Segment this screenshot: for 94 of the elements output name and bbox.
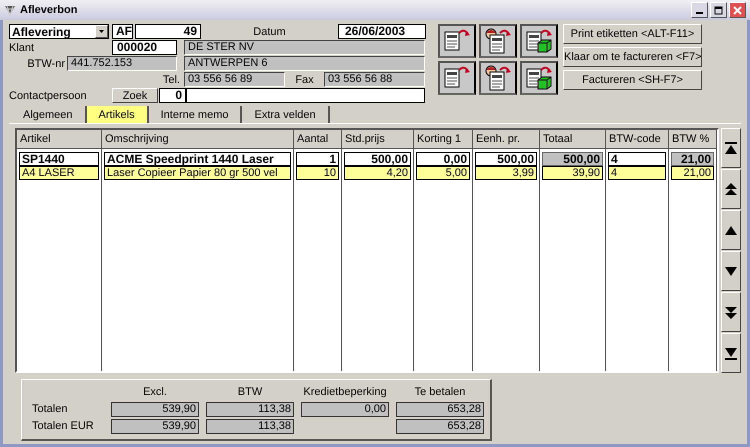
fax-field: 03 556 56 88: [324, 72, 425, 87]
number-field[interactable]: 49: [135, 24, 201, 39]
page-down-icon: [723, 304, 739, 320]
phone-label: Tel.: [162, 74, 181, 86]
document-action-button[interactable]: [438, 61, 476, 95]
document-action-button[interactable]: [479, 61, 517, 95]
table-cell[interactable]: SP1440: [19, 152, 99, 166]
row-label: Totalen: [32, 402, 68, 417]
table-cell[interactable]: 21,00: [671, 166, 714, 180]
document-action-button[interactable]: [438, 24, 476, 58]
table-cell[interactable]: 10: [296, 166, 339, 180]
vat-number-field: 441.752.153: [67, 56, 177, 71]
window-title: Afleverbon: [20, 4, 78, 16]
vat-label: BTW-nr: [26, 58, 66, 70]
column-header[interactable]: Eenh. pr.: [473, 130, 539, 149]
table-cell[interactable]: 500,00: [542, 152, 603, 166]
table-cell[interactable]: 500,00: [344, 152, 411, 166]
column-header[interactable]: Std.prijs: [342, 130, 413, 149]
document-action-button[interactable]: [520, 24, 558, 58]
total-field: 539,90: [111, 402, 199, 417]
column-label: Excl.: [142, 386, 168, 400]
column-header[interactable]: Artikel: [17, 130, 101, 149]
column-header[interactable]: Aantal: [294, 130, 341, 149]
up-arrow-button[interactable]: [721, 210, 741, 250]
date-field[interactable]: 26/06/2003: [338, 24, 426, 39]
table-cell[interactable]: 4,20: [344, 166, 411, 180]
date-label: Datum: [252, 26, 287, 38]
document-action-button[interactable]: [520, 61, 558, 95]
first-row-button[interactable]: [721, 128, 741, 168]
total-field: 113,38: [206, 402, 294, 417]
table-cell[interactable]: Laser Copieer Papier 80 gr 500 vel: [104, 166, 291, 180]
tab[interactable]: Interne memo: [148, 106, 242, 123]
tab[interactable]: Extra velden: [242, 106, 330, 123]
column-header[interactable]: Korting 1: [414, 130, 472, 149]
table-cell[interactable]: 0,00: [416, 152, 470, 166]
minimize-button[interactable]: [691, 2, 708, 18]
person-document-icon: [483, 28, 513, 54]
table-cell[interactable]: A4 LASER: [19, 166, 99, 180]
search-button[interactable]: Zoek: [112, 88, 158, 103]
total-field: 653,28: [396, 402, 484, 417]
prefix-field[interactable]: AF: [112, 24, 133, 39]
close-icon: [733, 6, 742, 14]
column-header[interactable]: Omschrijving: [102, 130, 293, 149]
first-row-icon: [723, 140, 739, 156]
document-type-dropdown[interactable]: Aflevering: [9, 24, 109, 39]
close-button[interactable]: [729, 2, 746, 18]
column-header[interactable]: Totaal: [540, 130, 605, 149]
page-up-icon: [723, 182, 739, 196]
document-box-icon: [524, 65, 554, 91]
customer-code-field[interactable]: 000020: [112, 40, 177, 55]
total-field: 539,90: [111, 419, 199, 434]
last-row-icon: [723, 346, 739, 360]
customer-label: Klant: [9, 42, 36, 54]
maximize-icon: [714, 6, 723, 14]
dropdown-arrow-icon: [99, 30, 104, 33]
address-field: ANTWERPEN 6: [184, 56, 425, 71]
column-header[interactable]: BTW %: [669, 130, 716, 149]
contact-label: Contactpersoon: [9, 90, 88, 102]
action-button[interactable]: Klaar om te factureren <F7>: [563, 47, 702, 67]
person-document-icon: [483, 65, 513, 91]
column-label: Te betalen: [414, 386, 466, 400]
minimize-icon: [696, 12, 703, 14]
page-up-button[interactable]: [721, 169, 741, 209]
total-field: 653,28: [396, 419, 484, 434]
document-box-icon: [524, 28, 554, 54]
total-field: 0,00: [301, 402, 389, 417]
column-header[interactable]: BTW-code: [606, 130, 668, 149]
customer-name-field: DE STER NV: [184, 40, 425, 55]
table-cell[interactable]: 1: [296, 152, 339, 166]
table-cell[interactable]: 39,90: [542, 166, 603, 180]
table-cell[interactable]: 21,00: [671, 152, 714, 166]
maximize-button[interactable]: [710, 2, 727, 18]
app-icon: [4, 4, 16, 16]
last-row-button[interactable]: [721, 333, 741, 373]
column-label: Kredietbeperking: [302, 386, 388, 400]
row-label: Totalen EUR: [32, 419, 95, 434]
action-button[interactable]: Factureren <SH-F7>: [563, 70, 702, 90]
table-cell[interactable]: 5,00: [416, 166, 470, 180]
phone-field: 03 556 56 89: [184, 72, 285, 87]
down-arrow-button[interactable]: [721, 251, 741, 291]
fax-label: Fax: [294, 74, 315, 86]
table-cell[interactable]: ACME Speedprint 1440 Laser: [104, 152, 291, 166]
contact-name-field[interactable]: [186, 88, 425, 103]
column-label: BTW: [236, 386, 264, 400]
tab[interactable]: Artikels: [86, 106, 149, 123]
page-down-button[interactable]: [721, 292, 741, 332]
table-cell[interactable]: 4: [608, 166, 666, 180]
table-cell[interactable]: 3,99: [475, 166, 537, 180]
action-button[interactable]: Print etiketten <ALT-F11>: [563, 24, 702, 44]
contact-number-field[interactable]: 0: [159, 88, 186, 103]
total-field: 113,38: [206, 419, 294, 434]
document-action-button[interactable]: [479, 24, 517, 58]
table-cell[interactable]: 4: [608, 152, 666, 166]
table-cell[interactable]: 500,00: [475, 152, 537, 166]
